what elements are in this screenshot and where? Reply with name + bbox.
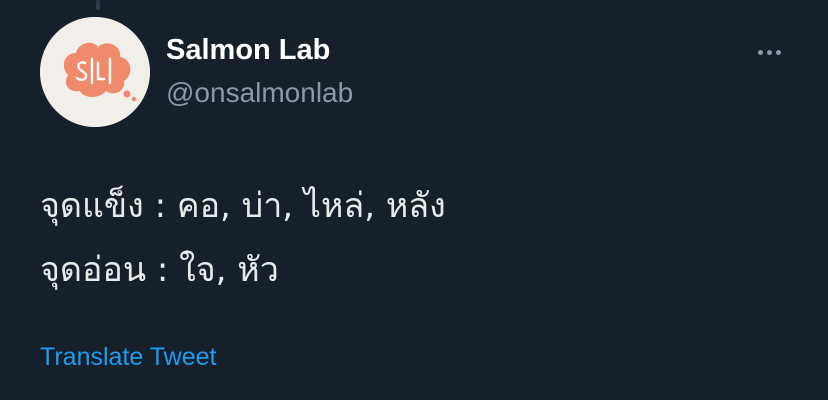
salmon-lab-logo-icon [40, 17, 150, 127]
translate-tweet-link[interactable]: Translate Tweet [40, 340, 216, 374]
author-handle[interactable]: @onsalmonlab [166, 75, 353, 111]
tweet-text-line: จุดแข็ง : คอ, บ่า, ไหล่, หลัง [40, 186, 446, 226]
tweet-text: จุดแข็ง : คอ, บ่า, ไหล่, หลัง จุดอ่อน : … [40, 174, 800, 302]
tweet-card: Salmon Lab @onsalmonlab จุดแข็ง : คอ, บ่… [0, 0, 828, 400]
tweet-text-line: จุดอ่อน : ใจ, หัว [40, 250, 279, 290]
more-options-button[interactable] [748, 36, 790, 68]
author-display-name[interactable]: Salmon Lab [166, 32, 330, 68]
thread-connector [96, 0, 100, 10]
avatar[interactable] [40, 17, 150, 127]
more-horizontal-icon [757, 49, 763, 55]
